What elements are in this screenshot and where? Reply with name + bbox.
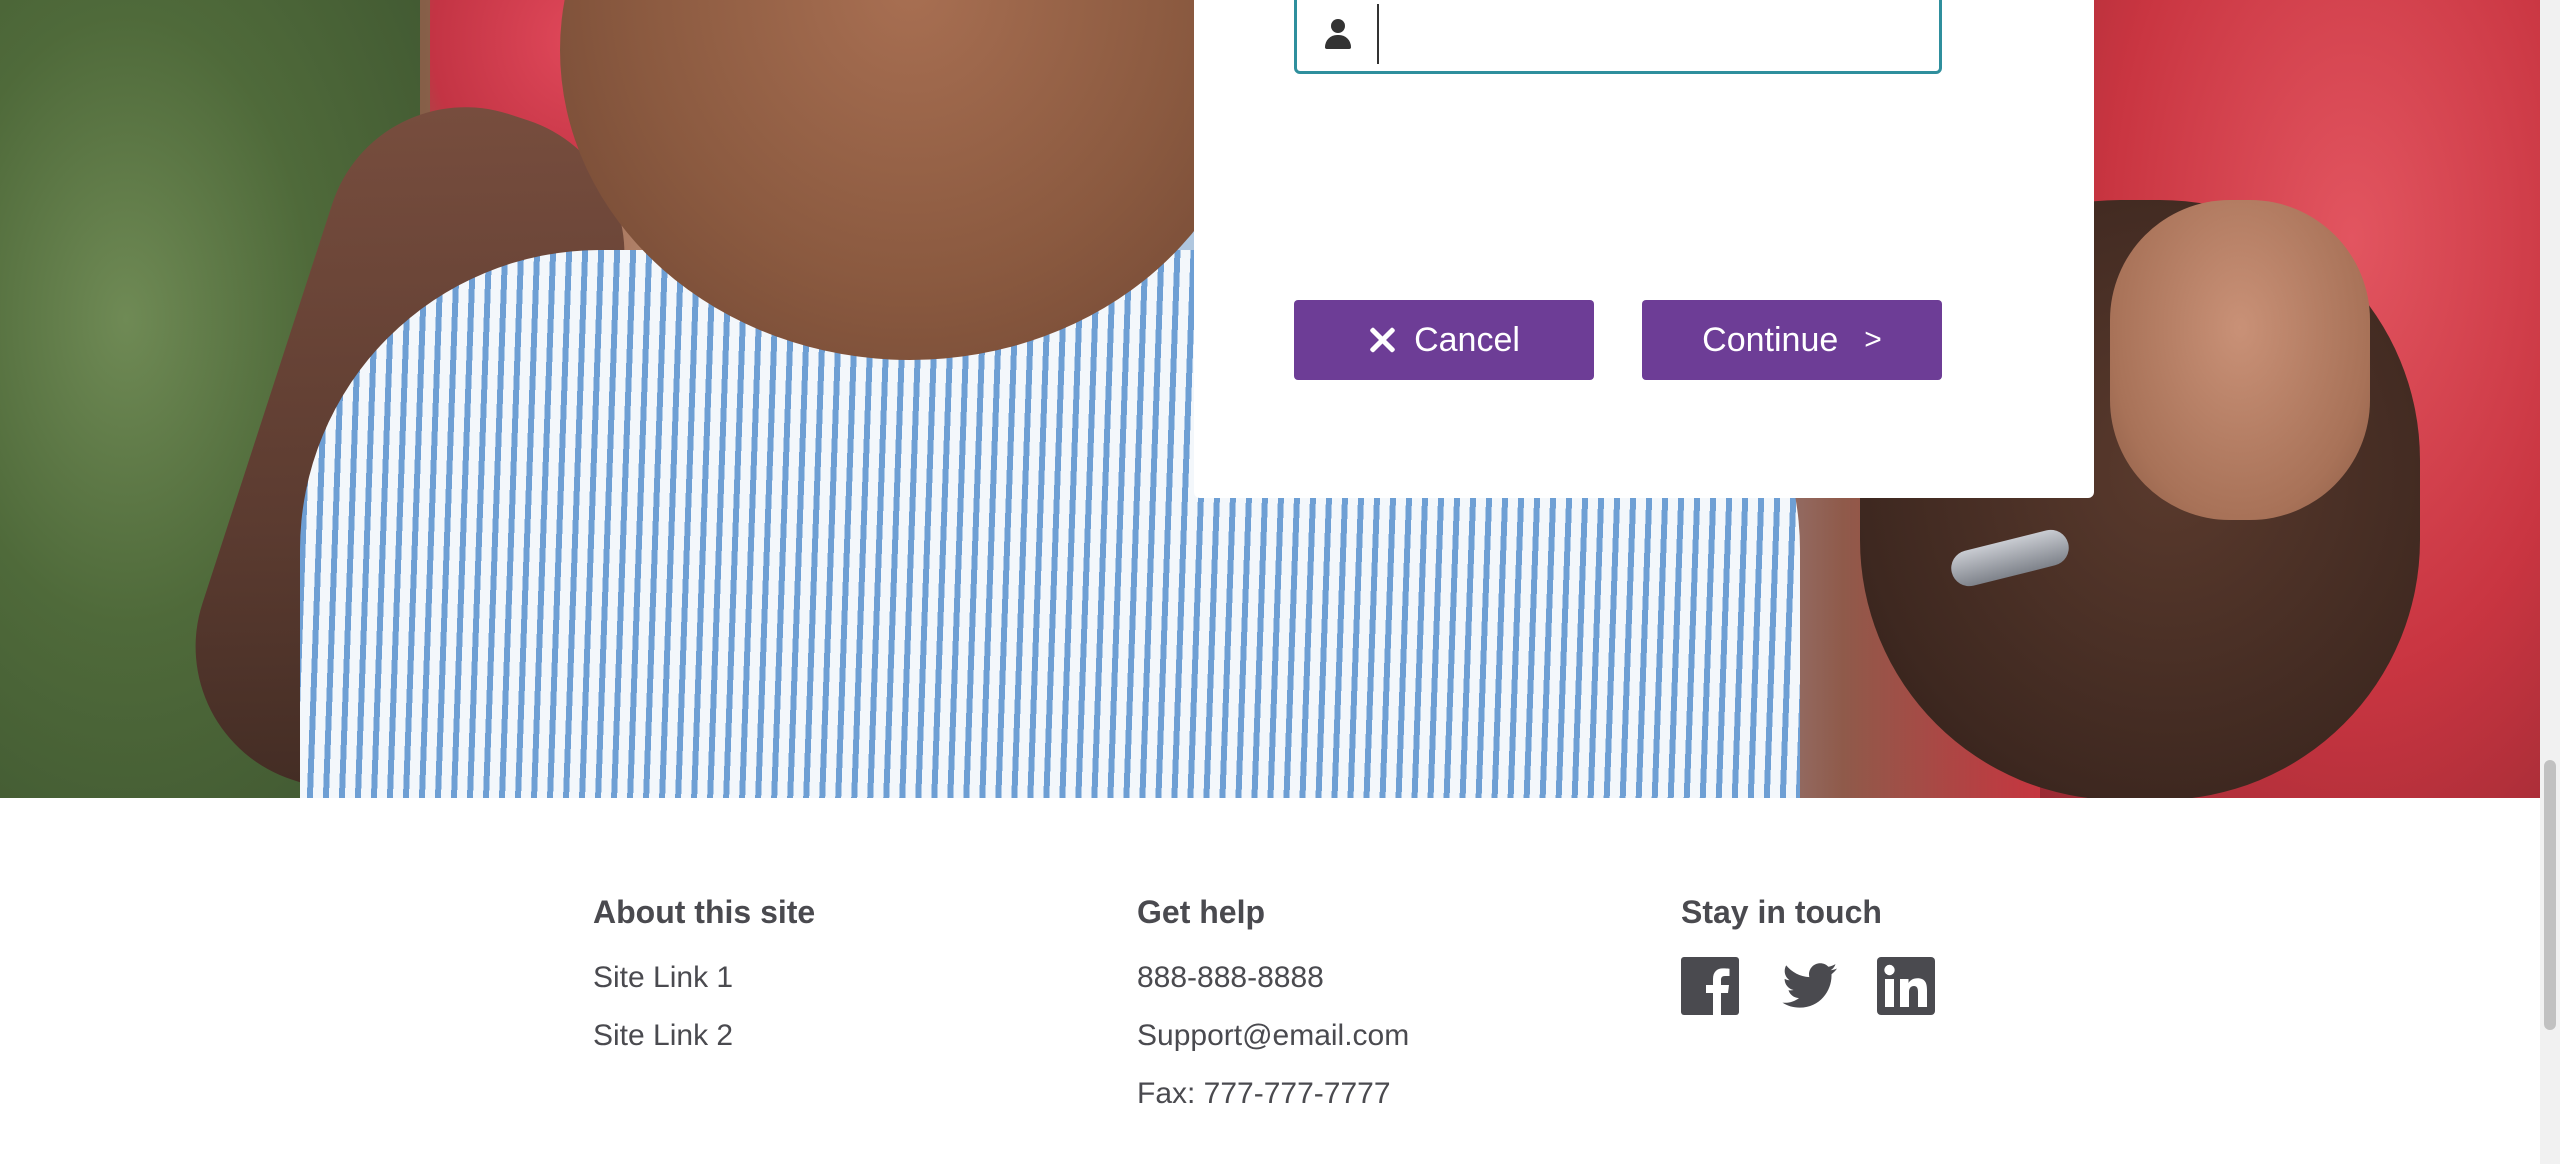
scrollbar-thumb[interactable] [2544,760,2556,1030]
social-heading: Stay in touch [1681,894,1882,930]
help-heading: Get help [1137,894,1266,930]
user-icon [1323,17,1353,51]
page-scrollbar[interactable] [2540,0,2560,1164]
footer-help-column: Get help 888-888-8888 Support@email.com … [1137,894,1409,1135]
email-link[interactable]: Support@email.com [1137,1019,1409,1053]
site-link-2[interactable]: Site Link 2 [593,1019,815,1053]
continue-button[interactable]: Continue > [1642,300,1942,380]
cancel-label: Cancel [1414,320,1520,359]
child-hand [2110,200,2370,520]
username-field[interactable] [1294,0,1942,74]
close-icon [1368,326,1396,354]
footer-social-column: Stay in touch [1681,894,1935,1039]
cancel-button[interactable]: Cancel [1294,300,1594,380]
linkedin-icon[interactable] [1877,957,1935,1015]
footer: About this site Site Link 1 Site Link 2 … [0,798,2560,1164]
login-card: Cancel Continue > [1194,0,2094,498]
chevron-right-icon: > [1864,323,1882,356]
footer-about-column: About this site Site Link 1 Site Link 2 [593,894,815,1077]
username-input[interactable] [1377,4,1939,64]
fax-text: Fax: 777-777-7777 [1137,1077,1391,1110]
social-links [1681,957,1935,1039]
phone-link[interactable]: 888-888-8888 [1137,961,1409,995]
continue-label: Continue [1702,320,1839,359]
site-link-1[interactable]: Site Link 1 [593,961,815,995]
about-heading: About this site [593,894,816,930]
facebook-icon[interactable] [1681,957,1739,1015]
twitter-icon[interactable] [1779,957,1838,1015]
